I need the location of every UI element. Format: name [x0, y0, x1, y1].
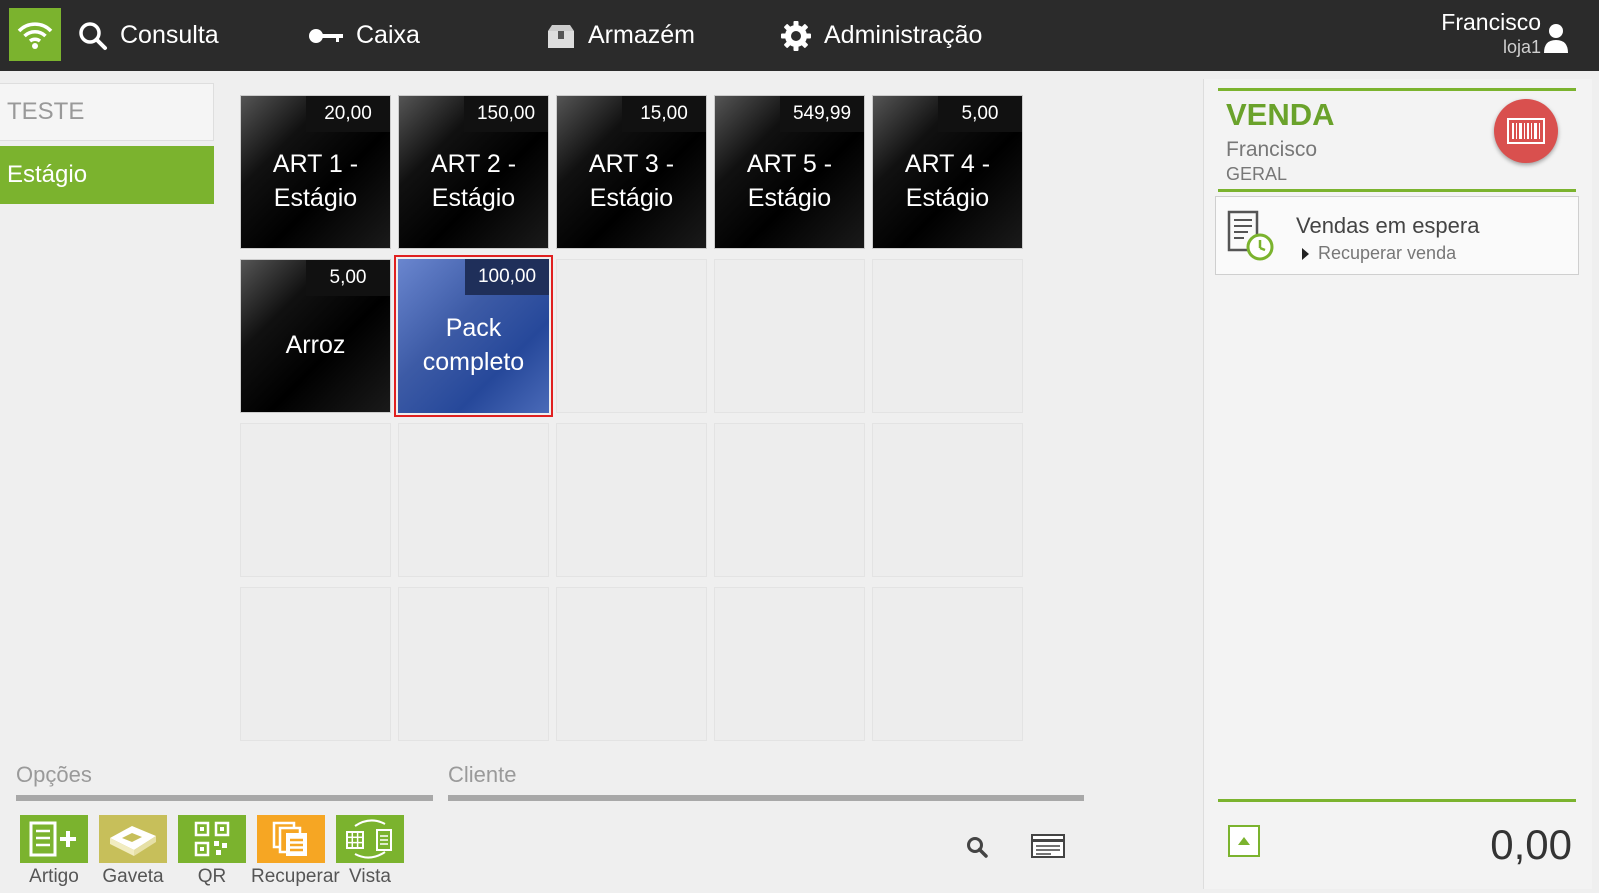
qr-code-icon [194, 821, 230, 857]
empty-tile [240, 587, 391, 741]
options-label: Opções [16, 762, 92, 787]
product-price: 5,00 [938, 96, 1022, 132]
user-icon [1544, 24, 1568, 53]
sale-header: VENDA Francisco GERAL [1218, 88, 1576, 192]
empty-tile [240, 423, 391, 577]
gear-icon [781, 20, 811, 51]
product-name: ART 4 - Estágio [904, 150, 991, 212]
waiting-sales-title: Vendas em espera [1296, 213, 1480, 238]
search-icon [967, 837, 988, 858]
waiting-sales-panel[interactable]: Vendas em espera Recuperar venda [1215, 196, 1579, 275]
product-tile[interactable]: 20,00 ART 1 - Estágio [240, 95, 391, 249]
product-name: ART 2 - Estágio [430, 150, 517, 212]
qr-button[interactable] [178, 815, 246, 863]
options-divider [16, 795, 433, 801]
nav-administracao[interactable]: Administração [780, 0, 982, 71]
top-bar: Consulta Caixa Armazém Administração Fra… [0, 0, 1599, 71]
nav-armazem[interactable]: Armazém [546, 0, 695, 71]
wifi-status-button[interactable] [9, 8, 61, 61]
sale-panel: VENDA Francisco GERAL Vendas em espera R… [1203, 79, 1592, 889]
artigo-label: Artigo [29, 866, 79, 887]
nav-caixa[interactable]: Caixa [308, 0, 420, 71]
search-icon [79, 21, 107, 50]
empty-tile [398, 587, 549, 741]
nav-consulta[interactable]: Consulta [78, 0, 219, 71]
recover-sale-link[interactable]: Recuperar venda [1318, 243, 1456, 264]
empty-tile [556, 259, 707, 413]
product-tile[interactable]: 15,00 ART 3 - Estágio [556, 95, 707, 249]
empty-tile [556, 587, 707, 741]
product-name: ART 3 - Estágio [588, 150, 675, 212]
product-tile[interactable]: 5,00 Arroz [240, 259, 391, 413]
caret-right-icon [1302, 248, 1309, 260]
category-estagio[interactable]: Estágio [0, 146, 214, 204]
product-price: 549,99 [780, 96, 864, 132]
receipt-clock-icon [1227, 210, 1274, 261]
nav-consulta-label: Consulta [120, 21, 219, 49]
vista-label: Vista [349, 866, 391, 887]
empty-tile [714, 423, 865, 577]
user-store: loja1 [1502, 37, 1541, 57]
product-tile[interactable]: 549,99 ART 5 - Estágio [714, 95, 865, 249]
recuperar-label: Recuperar [251, 866, 340, 887]
wifi-icon [17, 21, 53, 49]
product-price: 150,00 [464, 96, 548, 132]
client-card-button[interactable] [1031, 834, 1065, 863]
product-price: 5,00 [306, 260, 390, 296]
product-name: ART 1 - Estágio [272, 150, 359, 212]
sale-title: VENDA [1226, 97, 1335, 132]
sale-total: 0,00 [1490, 821, 1572, 868]
empty-tile [714, 259, 865, 413]
empty-tile [872, 423, 1023, 577]
product-tile[interactable]: 150,00 ART 2 - Estágio [398, 95, 549, 249]
key-icon [309, 28, 343, 43]
product-name: Pack completo [422, 314, 525, 376]
switch-view-icon [346, 819, 392, 859]
add-article-icon [29, 821, 76, 857]
qr-label: QR [197, 866, 227, 887]
arrow-up-icon [1238, 837, 1250, 845]
gaveta-label: Gaveta [102, 866, 164, 887]
product-tile[interactable]: 5,00 ART 4 - Estágio [872, 95, 1023, 249]
barcode-scan-button[interactable] [1494, 99, 1558, 163]
barcode-icon [1507, 118, 1545, 144]
recover-documents-icon [272, 821, 307, 856]
user-name: Francisco [1441, 9, 1541, 35]
total-divider [1218, 799, 1576, 802]
nav-administracao-label: Administração [824, 21, 983, 49]
product-tile-selected[interactable]: 100,00 Pack completo [394, 255, 553, 417]
box-icon [548, 24, 574, 48]
empty-tile [872, 259, 1023, 413]
category-teste-label: TESTE [7, 98, 85, 125]
artigo-button[interactable] [20, 815, 88, 863]
client-divider [448, 795, 1084, 801]
empty-tile [714, 587, 865, 741]
user-info[interactable]: Francisco loja1 [1441, 8, 1541, 58]
category-teste[interactable]: TESTE [0, 83, 214, 141]
gaveta-button[interactable] [99, 815, 167, 863]
vista-button[interactable] [336, 815, 404, 863]
empty-tile [872, 587, 1023, 741]
product-price: 15,00 [622, 96, 706, 132]
drawer-icon [110, 826, 156, 856]
nav-armazem-label: Armazém [588, 21, 695, 49]
product-name: ART 5 - Estágio [746, 150, 833, 212]
client-label: Cliente [448, 762, 517, 787]
id-card-icon [1031, 834, 1065, 858]
empty-tile [556, 423, 707, 577]
sale-group: GERAL [1226, 164, 1288, 184]
client-search-button[interactable] [966, 836, 988, 863]
product-price: 100,00 [465, 259, 549, 295]
product-name: Arroz [285, 331, 346, 359]
empty-tile [398, 423, 549, 577]
recuperar-button[interactable] [257, 815, 325, 863]
sale-user: Francisco [1226, 138, 1318, 161]
expand-button[interactable] [1228, 825, 1260, 857]
product-price: 20,00 [306, 96, 390, 132]
category-estagio-label: Estágio [7, 161, 88, 188]
nav-caixa-label: Caixa [356, 21, 420, 49]
